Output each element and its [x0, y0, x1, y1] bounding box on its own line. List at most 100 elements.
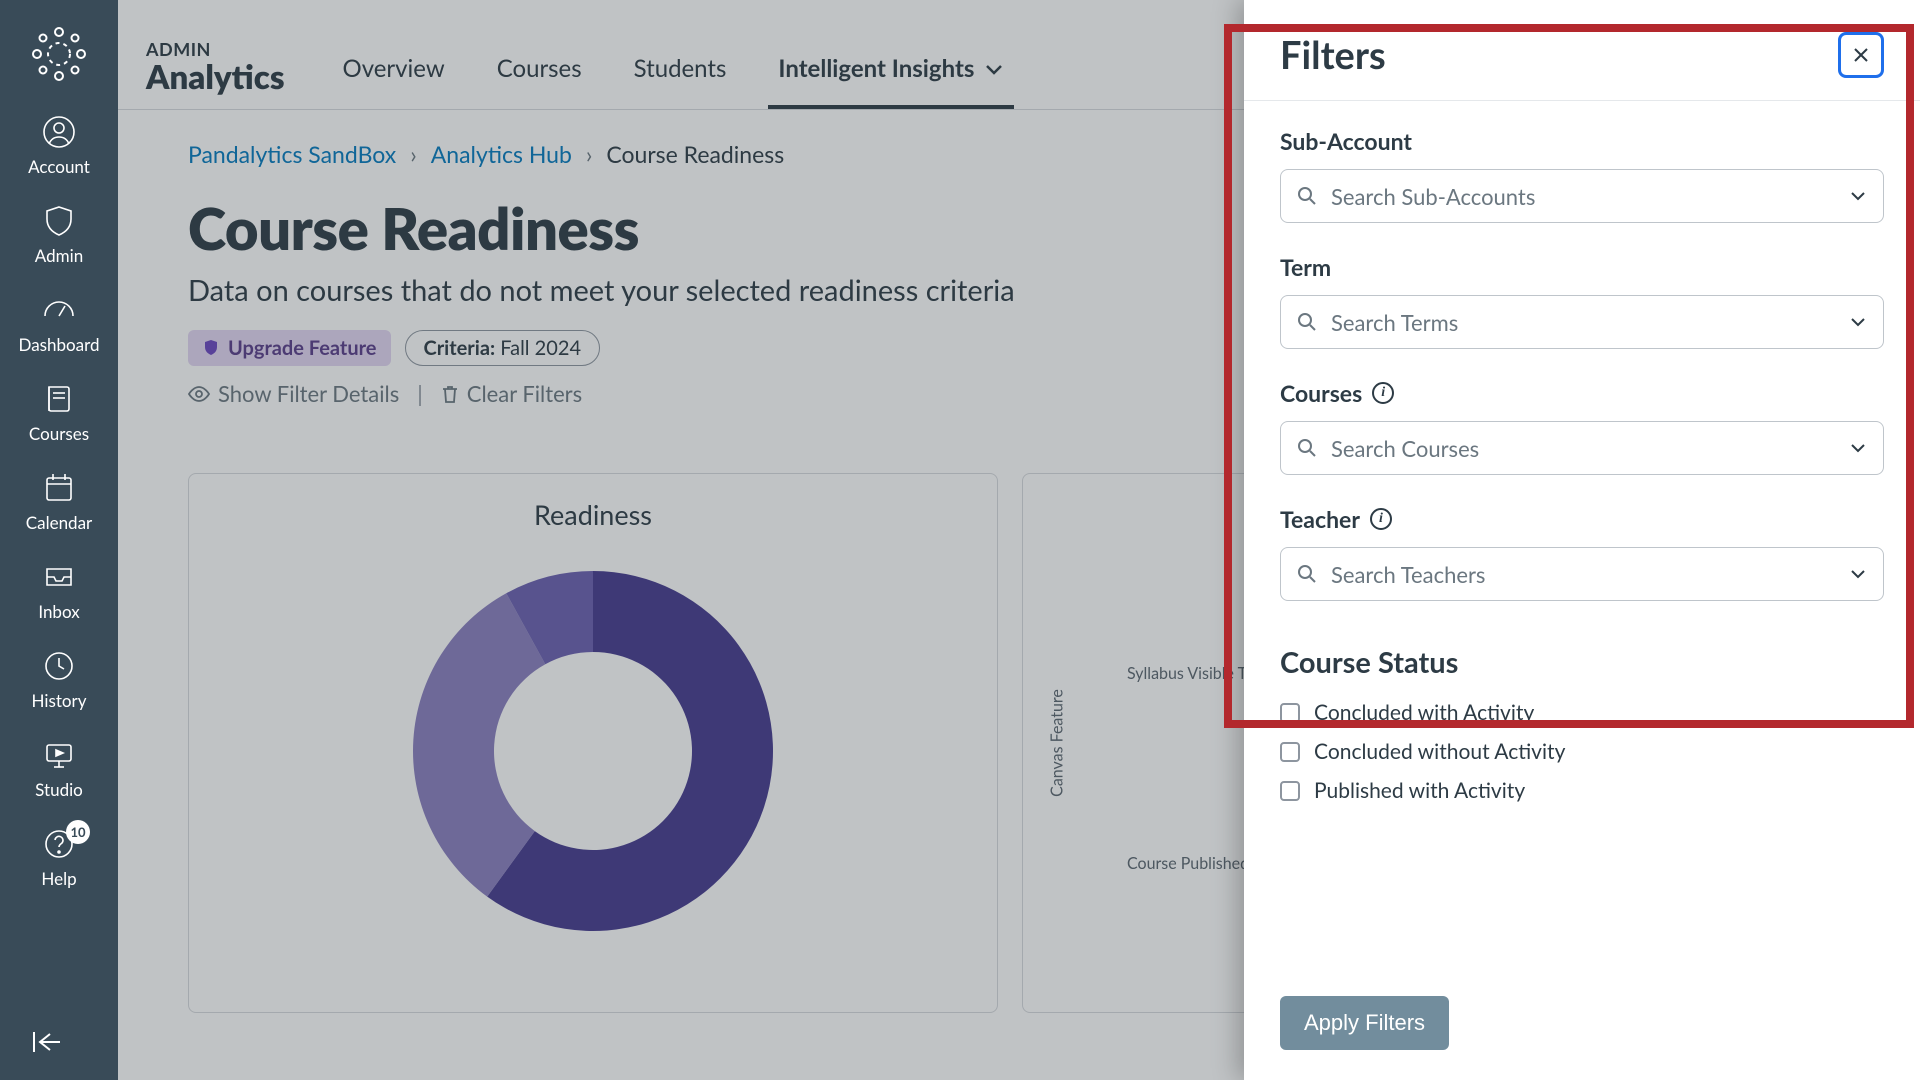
filters-body: Sub-Account Search Sub-Accounts Term Search… [1244, 101, 1920, 978]
filter-combobox[interactable]: Search Teachers [1280, 547, 1884, 601]
chevron-right-icon: › [410, 140, 416, 168]
y-axis-label: Canvas Feature [1048, 689, 1067, 797]
inbox-icon [41, 559, 77, 595]
nav-label: Account [28, 156, 90, 177]
breadcrumb-current: Course Readiness [606, 140, 784, 168]
filter-field: Coursesi Search Courses [1280, 379, 1884, 475]
clock-icon [41, 648, 77, 684]
card-title: Readiness [213, 498, 973, 531]
checkbox-label: Concluded without Activity [1314, 739, 1565, 764]
placeholder-text: Search Teachers [1331, 561, 1835, 588]
feature-row-label: Course Published [1127, 854, 1249, 873]
info-icon[interactable]: i [1370, 508, 1392, 530]
nav-label: History [32, 690, 87, 711]
filters-footer: Apply Filters [1244, 978, 1920, 1080]
chevron-down-icon [1849, 568, 1867, 580]
placeholder-text: Search Sub-Accounts [1331, 183, 1835, 210]
course-status-checkbox[interactable]: Published with Activity [1280, 778, 1884, 803]
tab-courses[interactable]: Courses [493, 54, 586, 109]
chevron-right-icon: › [586, 140, 592, 168]
nav-calendar[interactable]: Calendar [0, 458, 118, 547]
separator: | [417, 380, 423, 407]
checkbox-label: Published with Activity [1314, 778, 1525, 803]
filter-combobox[interactable]: Search Terms [1280, 295, 1884, 349]
tab-students[interactable]: Students [630, 54, 731, 109]
chevron-down-icon [1849, 442, 1867, 454]
filter-field: Term Search Terms [1280, 253, 1884, 349]
placeholder-text: Search Terms [1331, 309, 1835, 336]
checkbox-box [1280, 703, 1300, 723]
course-status-checkbox[interactable]: Concluded without Activity [1280, 739, 1884, 764]
course-status-checkbox[interactable]: Concluded with Activity [1280, 700, 1884, 725]
chevron-down-icon [1849, 316, 1867, 328]
brand-block: ADMIN Analytics [146, 38, 285, 109]
search-icon [1297, 438, 1317, 458]
search-icon [1297, 564, 1317, 584]
placeholder-text: Search Courses [1331, 435, 1835, 462]
monitor-icon [41, 737, 77, 773]
upgrade-feature-chip[interactable]: Upgrade Feature [188, 330, 391, 366]
chevron-down-icon [1849, 190, 1867, 202]
readiness-donut-chart [393, 551, 793, 951]
filter-label: Coursesi [1280, 379, 1884, 407]
nav-admin[interactable]: Admin [0, 191, 118, 280]
user-circle-icon [41, 114, 77, 150]
gauge-icon [41, 292, 77, 328]
nav-label: Studio [35, 779, 83, 800]
nav-label: Inbox [38, 601, 79, 622]
nav-label: Calendar [26, 512, 92, 533]
nav-dashboard[interactable]: Dashboard [0, 280, 118, 369]
nav-label: Dashboard [19, 334, 100, 355]
filter-label: Sub-Account [1280, 127, 1884, 155]
search-icon [1297, 312, 1317, 332]
clear-filters-link[interactable]: Clear Filters [441, 380, 582, 407]
app-logo [29, 24, 89, 84]
close-icon [1852, 46, 1870, 64]
checkbox-box [1280, 742, 1300, 762]
book-icon [41, 381, 77, 417]
readiness-card: Readiness [188, 473, 998, 1013]
nav-courses[interactable]: Courses [0, 369, 118, 458]
brand-line2: Analytics [146, 60, 285, 95]
show-filter-details-link[interactable]: Show Filter Details [188, 380, 399, 407]
breadcrumb-link[interactable]: Pandalytics SandBox [188, 140, 396, 168]
nav-label: Admin [35, 245, 83, 266]
nav-history[interactable]: History [0, 636, 118, 725]
breadcrumb-link[interactable]: Analytics Hub [431, 140, 572, 168]
nav-account[interactable]: Account [0, 102, 118, 191]
checkbox-box [1280, 781, 1300, 801]
shield-icon [41, 203, 77, 239]
filter-combobox[interactable]: Search Sub-Accounts [1280, 169, 1884, 223]
filter-label: Teacheri [1280, 505, 1884, 533]
course-status-heading: Course Status [1280, 645, 1884, 680]
filters-panel: Filters Sub-Account Search Sub-Accounts Te… [1244, 0, 1920, 1080]
filter-label: Term [1280, 253, 1884, 281]
info-icon[interactable]: i [1372, 382, 1394, 404]
chevron-down-icon [984, 62, 1004, 76]
filter-field: Sub-Account Search Sub-Accounts [1280, 127, 1884, 223]
apply-filters-button[interactable]: Apply Filters [1280, 996, 1449, 1050]
tab-intelligent-insights[interactable]: Intelligent Insights [774, 54, 1008, 109]
nav-studio[interactable]: Studio [0, 725, 118, 814]
checkbox-label: Concluded with Activity [1314, 700, 1534, 725]
nav-label: Courses [29, 423, 89, 444]
tab-overview[interactable]: Overview [339, 54, 449, 109]
close-button[interactable] [1838, 32, 1884, 78]
top-tabs: Overview Courses Students Intelligent In… [339, 0, 1009, 109]
nav-help[interactable]: 10 Help [0, 814, 118, 903]
global-nav: Account Admin Dashboard Courses Calendar… [0, 0, 118, 1080]
criteria-chip[interactable]: Criteria: Fall 2024 [405, 330, 601, 366]
nav-inbox[interactable]: Inbox [0, 547, 118, 636]
collapse-nav-button[interactable] [0, 1028, 118, 1056]
eye-icon [188, 385, 210, 403]
nav-label: Help [41, 868, 76, 889]
filter-combobox[interactable]: Search Courses [1280, 421, 1884, 475]
filter-field: Teacheri Search Teachers [1280, 505, 1884, 601]
filters-header: Filters [1244, 0, 1920, 101]
calendar-icon [41, 470, 77, 506]
notification-badge: 10 [66, 820, 90, 844]
search-icon [1297, 186, 1317, 206]
filters-title: Filters [1280, 32, 1386, 78]
shield-filled-icon [202, 339, 220, 357]
trash-icon [441, 384, 459, 404]
